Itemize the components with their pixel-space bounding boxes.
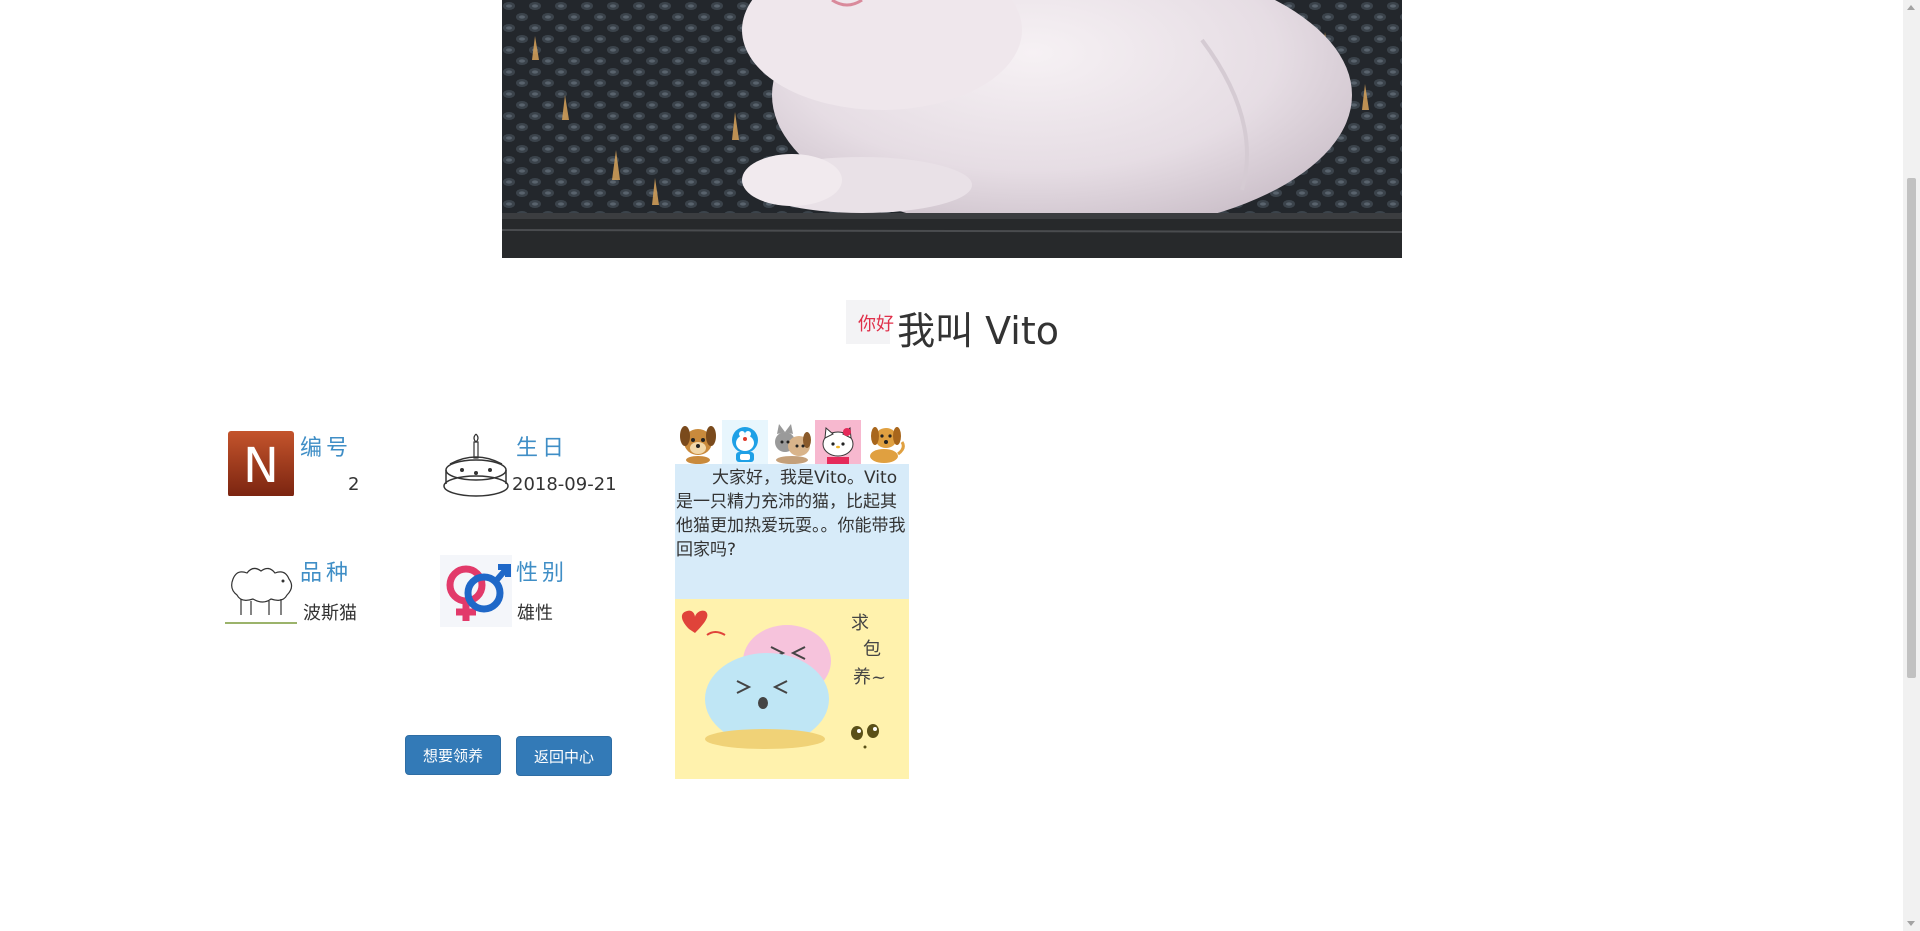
caption-char-3: 养~	[853, 667, 886, 688]
adopt-button[interactable]: 想要领养	[405, 735, 501, 775]
birthday-label: 生日	[516, 436, 569, 461]
birthday-value: 2018-09-21	[512, 474, 617, 495]
caption-char-1: 求	[851, 613, 869, 634]
breed-label: 品种	[300, 561, 353, 586]
pet-detail-page: 你好 我叫 Vito N 编号 2 生日 2018-09-21 品种 波斯猫 性…	[0, 0, 1920, 931]
doraemon-icon	[721, 420, 769, 464]
hello-kitty-icon	[815, 420, 862, 464]
kitten-image	[502, 0, 1402, 258]
pet-title: 你好 我叫 Vito	[0, 299, 1905, 355]
dog-icon	[862, 420, 909, 464]
cat-dog-icon	[768, 420, 816, 464]
page-title: 我叫 Vito	[897, 309, 1060, 353]
letter-n-icon: N	[228, 430, 298, 500]
svg-text:N: N	[243, 438, 279, 494]
info-breed: 品种 波斯猫	[225, 555, 385, 635]
story-text: 大家好，我是Vito。Vito是一只精力充沛的猫，比起其他猫更加热爱玩耍。。你能…	[675, 464, 909, 599]
cake-icon	[440, 430, 512, 502]
vertical-scrollbar[interactable]	[1903, 0, 1920, 931]
puppy-icon	[675, 420, 722, 464]
scroll-down-arrow-icon[interactable]	[1907, 921, 1915, 926]
breed-value: 波斯猫	[303, 603, 357, 624]
emoji-strip	[675, 420, 909, 464]
gender-symbols-icon	[440, 555, 512, 627]
scroll-up-arrow-icon[interactable]	[1907, 5, 1915, 10]
info-number: N 编号 2	[228, 430, 388, 510]
scrollbar-thumb[interactable]	[1907, 178, 1916, 678]
gender-value: 雄性	[517, 603, 553, 624]
story-card: 大家好，我是Vito。Vito是一只精力充沛的猫，比起其他猫更加热爱玩耍。。你能…	[675, 420, 909, 779]
number-value: 2	[348, 474, 360, 495]
hero-cat-photo	[502, 0, 1402, 258]
info-gender: 性别 雄性	[440, 555, 600, 635]
number-label: 编号	[300, 436, 353, 461]
caption-char-2: 包	[863, 639, 881, 660]
mochi-cartoon-icon: 求 包 养~	[675, 599, 909, 779]
hello-badge-text: 你好	[857, 313, 894, 335]
back-to-center-button[interactable]: 返回中心	[516, 736, 612, 776]
hello-badge-icon: 你好	[845, 299, 894, 344]
gender-label: 性别	[516, 561, 569, 586]
info-birthday: 生日 2018-09-21	[440, 430, 640, 510]
sheep-sketch-icon	[225, 555, 297, 627]
